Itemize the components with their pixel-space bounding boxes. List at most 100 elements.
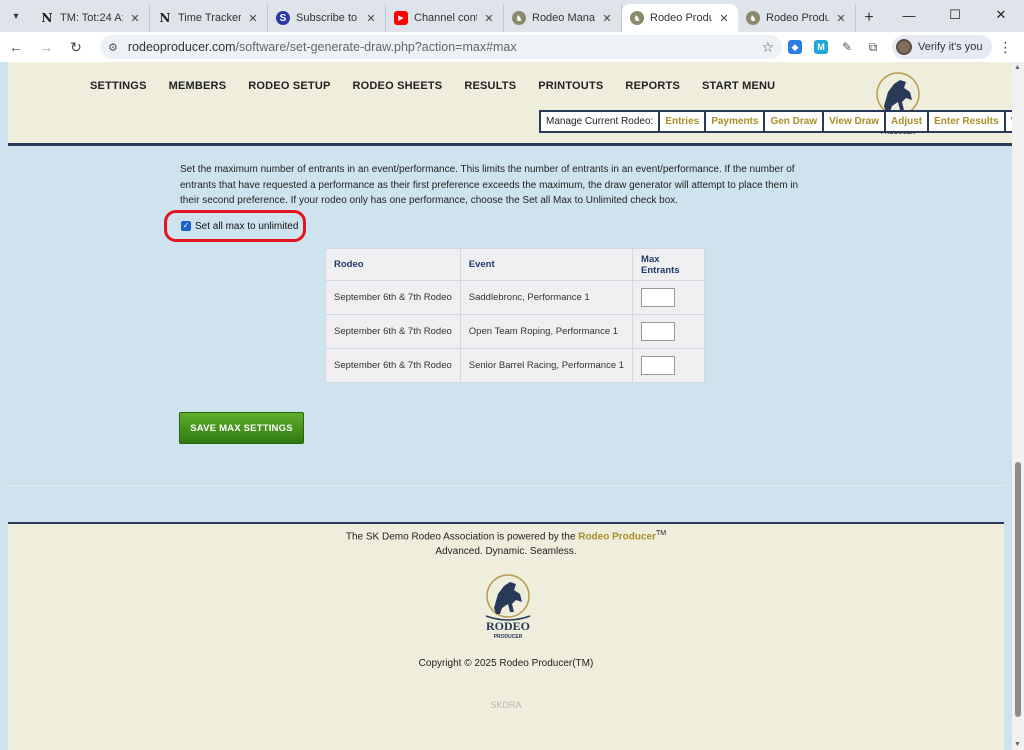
close-icon[interactable]: ✕ [247,12,259,25]
cell-event: Open Team Roping, Performance 1 [459,314,634,349]
subnav-payments[interactable]: Payments [704,112,763,131]
tab-title: Subscribe to Sir [296,12,359,24]
extension-tool-icon: ✎ [841,40,853,54]
browser-tab-active[interactable]: ♞ Rodeo Producer ✕ [622,4,738,32]
browser-tab[interactable]: N TM: Tot:24 A:3, E ✕ [32,4,150,32]
tab-search-button[interactable]: ▾ [4,4,28,28]
max-entrants-input[interactable] [641,288,676,307]
set-all-unlimited-checkbox[interactable]: ✓ Set all max to unlimited [164,210,306,242]
nav-members[interactable]: MEMBERS [169,80,227,92]
logo-word: RODEO [486,619,530,633]
close-window-icon[interactable]: ✕ [978,0,1024,30]
cell-max [632,280,706,315]
close-icon[interactable]: ✕ [835,12,847,25]
plus-icon: + [864,9,874,26]
nav-reports[interactable]: REPORTS [625,80,680,92]
subnav-enter-results[interactable]: Enter Results [927,112,1003,131]
avatar [896,39,912,55]
back-button[interactable]: ← [2,33,30,61]
site-info-icon[interactable]: ⚙ [108,41,118,54]
column-header-rodeo: Rodeo [325,248,461,281]
tab-title: Rodeo Producer [650,12,712,24]
browser-tab[interactable]: ♞ Rodeo Manager ✕ [504,4,622,32]
table-header-row: Rodeo Event Max Entrants [325,248,706,281]
main-navigation: SETTINGS MEMBERS RODEO SETUP RODEO SHEET… [90,80,797,92]
extensions-menu-button[interactable]: ⧉ [860,34,886,60]
url-host: rodeoproducer.com [127,40,236,54]
subnav-label: Manage Current Rodeo: [546,116,654,127]
site-footer: The SK Demo Rodeo Association is powered… [8,522,1004,750]
browser-tab[interactable]: S Subscribe to Sir ✕ [268,4,386,32]
page-viewport: SETTINGS MEMBERS RODEO SETUP RODEO SHEET… [0,62,1024,750]
association-code: SKDRA [490,700,522,710]
scroll-up-icon[interactable]: ▲ [1014,64,1021,71]
nav-rodeo-sheets[interactable]: RODEO SHEETS [353,80,443,92]
bookmark-star-icon[interactable]: ☆ [761,39,774,56]
extension-button[interactable]: ◆ [782,34,808,60]
tab-title: Rodeo Manager [532,12,595,24]
cell-rodeo: September 6th & 7th Rodeo [325,280,461,315]
logo-sub-text: PRODUCER [494,634,523,640]
browser-tab[interactable]: N Time Tracker ✕ [150,4,268,32]
browser-tab[interactable]: ♞ Rodeo Producer ✕ [738,4,856,32]
scrollbar-thumb[interactable] [1015,462,1021,717]
save-max-settings-button[interactable]: SAVE MAX SETTINGS [179,412,304,444]
tab-title: TM: Tot:24 A:3, E [60,12,123,24]
profile-button[interactable]: Verify it's you [892,35,993,59]
trademark-mark: TM [656,530,667,537]
set-all-unlimited-label: Set all max to unlimited [195,220,299,232]
extension-icon: ◆ [788,40,802,54]
page-scrollbar[interactable]: ▲ ▼ [1012,62,1024,750]
nav-start-menu[interactable]: START MENU [702,80,775,92]
extension-button[interactable]: M [808,34,834,60]
subnav-gen-draw[interactable]: Gen Draw [763,112,822,131]
close-icon[interactable]: ✕ [129,12,141,25]
manage-rodeo-subnav: Manage Current Rodeo: Entries Payments G… [539,110,1024,133]
browser-toolbar: ← → ↻ ⚙ rodeoproducer.com/software/set-g… [0,32,1024,62]
subnav-entries[interactable]: Entries [658,112,704,131]
chevron-down-icon: ▾ [13,10,19,22]
close-icon[interactable]: ✕ [601,12,613,25]
nav-rodeo-setup[interactable]: RODEO SETUP [248,80,330,92]
powered-by-text: The SK Demo Rodeo Association is powered… [345,531,576,543]
rodeo-horse-icon: ♞ [512,11,526,25]
rodeo-producer-logo: RODEO PRODUCER [485,574,531,640]
table-row: September 6th & 7th Rodeo Saddlebronc, P… [325,280,706,315]
notion-icon: N [159,11,171,25]
maximize-icon[interactable]: ☐ [932,0,978,30]
site-header: SETTINGS MEMBERS RODEO SETUP RODEO SHEET… [8,62,1024,146]
cell-event: Senior Barrel Racing, Performance 1 [459,348,634,383]
youtube-icon: ▶ [394,11,408,25]
subnav-adjust[interactable]: Adjust [883,112,927,131]
max-entrants-input[interactable] [641,322,676,341]
nav-printouts[interactable]: PRINTOUTS [538,80,603,92]
forward-button[interactable]: → [32,33,60,61]
new-tab-button[interactable]: + [856,4,882,32]
profile-label: Verify it's you [918,41,983,53]
window-controls: — ☐ ✕ [886,0,1024,30]
extension-button[interactable]: ✎ [834,34,860,60]
notion-icon: N [41,11,53,25]
close-icon[interactable]: ✕ [365,12,377,25]
arrow-right-icon: → [39,39,53,55]
cell-rodeo: September 6th & 7th Rodeo [325,348,461,383]
reload-button[interactable]: ↻ [62,33,90,61]
checkbox-checked-icon[interactable]: ✓ [181,221,191,231]
extension-m-icon: M [814,40,828,54]
scroll-down-icon[interactable]: ▼ [1014,741,1021,748]
browser-tab[interactable]: ▶ Channel content ✕ [386,4,504,32]
section-divider [8,485,1004,486]
close-icon[interactable]: ✕ [718,12,730,25]
minimize-icon[interactable]: — [886,0,932,30]
address-bar[interactable]: ⚙ rodeoproducer.com/software/set-generat… [100,35,782,59]
nav-results[interactable]: RESULTS [464,80,516,92]
url-text: rodeoproducer.com/software/set-generate-… [128,40,762,54]
close-icon[interactable]: ✕ [483,12,495,25]
subnav-view-draw[interactable]: View Draw [822,112,884,131]
max-entrants-input[interactable] [641,356,676,375]
browser-menu-button[interactable]: ⋮ [992,39,1018,56]
rodeo-producer-link[interactable]: Rodeo Producer [578,531,656,542]
nav-settings[interactable]: SETTINGS [90,80,147,92]
rodeo-horse-icon: ♞ [630,11,644,25]
max-entrants-table: Rodeo Event Max Entrants September 6th &… [325,248,706,383]
